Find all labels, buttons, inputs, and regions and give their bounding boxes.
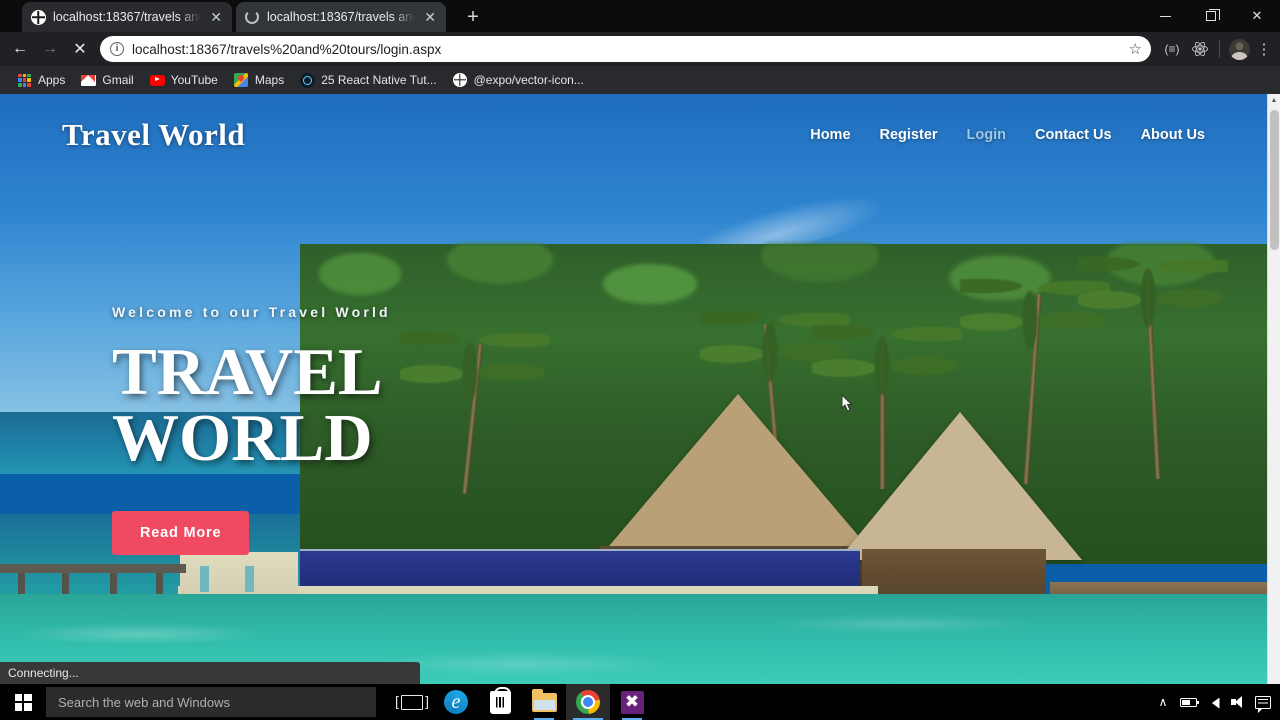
nav-item-home[interactable]: Home <box>810 127 850 143</box>
bookmark-apps[interactable]: Apps <box>10 70 72 91</box>
taskbar-search-box[interactable]: Search the web and Windows <box>46 687 376 717</box>
extension-badge-icon[interactable]: (≡) <box>1159 36 1185 62</box>
chrome-menu-icon[interactable]: ⋮ <box>1254 42 1274 57</box>
hero-content: Welcome to our Travel World TRAVEL WORLD… <box>112 304 391 556</box>
folder-icon[interactable] <box>522 684 566 720</box>
google-maps-icon <box>234 73 249 88</box>
close-button[interactable]: ✕ <box>1234 0 1280 32</box>
page-scrollbar[interactable]: ▲ <box>1267 94 1280 684</box>
windows-taskbar: Search the web and Windows e ✖ ∧ <box>0 684 1280 720</box>
info-circle-icon[interactable]: i <box>110 42 124 56</box>
bookmark-react-native-tut[interactable]: 25 React Native Tut... <box>293 70 443 91</box>
taskbar-icons: e ✖ <box>390 684 654 720</box>
mouse-cursor <box>841 394 853 412</box>
browser-tab-2[interactable]: localhost:18367/travels and tours ✕ <box>236 2 446 32</box>
apps-grid-icon <box>17 73 32 88</box>
scrollbar-thumb[interactable] <box>1270 110 1279 250</box>
gmail-icon <box>81 73 97 88</box>
chevron-up-icon[interactable]: ∧ <box>1152 684 1174 720</box>
browser-tab-1[interactable]: localhost:18367/travels and tours ✕ <box>22 2 232 32</box>
system-tray: ∧ <box>1152 684 1274 720</box>
hero-kicker: Welcome to our Travel World <box>112 304 391 320</box>
nav-item-contact-us[interactable]: Contact Us <box>1035 127 1112 143</box>
profile-avatar[interactable] <box>1226 36 1252 62</box>
windows-start-icon <box>14 693 32 711</box>
stop-loading-button[interactable]: ✕ <box>66 35 94 63</box>
react-icon[interactable] <box>1187 36 1213 62</box>
page-viewport: Travel World Home Register Login Contact… <box>0 94 1280 684</box>
visual-studio-icon[interactable]: ✖ <box>610 684 654 720</box>
restore-button[interactable] <box>1188 0 1234 32</box>
bookmark-maps[interactable]: Maps <box>227 70 291 91</box>
nav-item-about-us[interactable]: About Us <box>1141 127 1205 143</box>
bookmark-label: Maps <box>254 73 285 87</box>
bookmark-label: 25 React Native Tut... <box>321 73 437 87</box>
bookmarks-bar: Apps Gmail YouTube Maps 25 React Native … <box>0 66 1280 94</box>
nav-item-login[interactable]: Login <box>967 127 1006 143</box>
address-bar-url: localhost:18367/travels%20and%20tours/lo… <box>132 41 442 57</box>
taskbar-search-placeholder: Search the web and Windows <box>58 694 230 710</box>
wifi-icon[interactable] <box>1202 684 1224 720</box>
microsoft-store-icon[interactable] <box>478 684 522 720</box>
react-native-icon <box>300 72 316 88</box>
tab-close-icon[interactable]: ✕ <box>422 10 438 24</box>
bookmark-label: Apps <box>38 73 66 87</box>
hero-title: TRAVEL WORLD <box>112 335 391 475</box>
hero-title-line-2: WORLD <box>112 400 373 475</box>
back-button[interactable]: ← <box>6 35 34 63</box>
hero-title-line-1: TRAVEL <box>112 335 383 409</box>
bookmark-star-icon[interactable]: ☆ <box>1129 40 1142 58</box>
nav-item-register[interactable]: Register <box>880 127 938 143</box>
globe-icon <box>453 73 468 88</box>
status-bubble: Connecting... <box>0 662 420 684</box>
battery-icon[interactable] <box>1177 684 1199 720</box>
address-bar[interactable]: i localhost:18367/travels%20and%20tours/… <box>100 36 1151 62</box>
loading-spinner-icon <box>244 9 260 25</box>
forward-button[interactable]: → <box>36 35 64 63</box>
main-navigation: Home Register Login Contact Us About Us <box>810 127 1205 143</box>
tab-title: localhost:18367/travels and tours <box>53 10 201 24</box>
minimize-button[interactable] <box>1142 0 1188 32</box>
bookmark-label: Gmail <box>102 73 134 87</box>
speaker-icon[interactable] <box>1227 684 1249 720</box>
chrome-browser-window: localhost:18367/travels and tours ✕ loca… <box>0 0 1280 684</box>
toolbar-divider <box>1219 40 1220 58</box>
chrome-icon[interactable] <box>566 684 610 720</box>
youtube-icon <box>149 73 165 88</box>
window-controls: ✕ <box>1142 0 1280 32</box>
edge-icon[interactable]: e <box>434 684 478 720</box>
new-tab-button[interactable]: + <box>462 7 484 29</box>
scroll-up-arrow[interactable]: ▲ <box>1268 94 1280 107</box>
action-center-icon[interactable] <box>1252 684 1274 720</box>
tab-title: localhost:18367/travels and tours <box>267 10 415 24</box>
globe-icon <box>30 9 46 25</box>
bookmark-gmail[interactable]: Gmail <box>74 70 140 91</box>
start-button[interactable] <box>0 684 46 720</box>
browser-toolbar: ← → ✕ i localhost:18367/travels%20and%20… <box>0 32 1280 66</box>
bookmark-expo-vector-icons[interactable]: @expo/vector-icon... <box>446 70 591 91</box>
task-view-icon[interactable] <box>390 684 434 720</box>
bookmark-label: YouTube <box>170 73 218 87</box>
tab-strip: localhost:18367/travels and tours ✕ loca… <box>0 0 1280 32</box>
site-logo[interactable]: Travel World <box>62 117 245 153</box>
bookmark-youtube[interactable]: YouTube <box>143 70 225 91</box>
tab-close-icon[interactable]: ✕ <box>208 10 224 24</box>
site-header: Travel World Home Register Login Contact… <box>0 94 1267 176</box>
read-more-button[interactable]: Read More <box>112 511 250 556</box>
bookmark-label: @expo/vector-icon... <box>473 73 584 87</box>
